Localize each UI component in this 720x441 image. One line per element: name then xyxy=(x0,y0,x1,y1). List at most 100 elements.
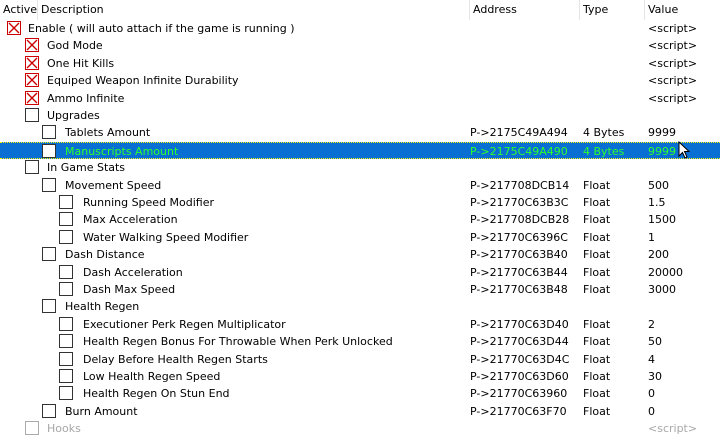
row-value: 0 xyxy=(648,404,655,418)
row-type: Float xyxy=(583,370,611,383)
active-checkbox[interactable] xyxy=(25,38,39,53)
active-checkbox[interactable] xyxy=(25,421,39,436)
row-description: Delay Before Health Regen Starts xyxy=(83,352,268,366)
active-checkbox[interactable] xyxy=(42,403,56,418)
active-checkbox[interactable] xyxy=(59,386,73,401)
row-address: P->217708DCB28 xyxy=(470,213,570,227)
active-checkbox[interactable] xyxy=(59,369,73,383)
table-row[interactable]: God Mode <script> xyxy=(0,37,720,54)
row-description: Hooks xyxy=(47,422,81,436)
row-address: P->21770C63D4C xyxy=(470,352,570,366)
row-description: Movement Speed xyxy=(65,178,162,192)
active-checkbox[interactable] xyxy=(42,143,56,158)
table-row[interactable]: Health Regen Bonus For Throwable When Pe… xyxy=(0,333,720,350)
header-value[interactable]: Value xyxy=(645,0,720,20)
active-checkbox[interactable] xyxy=(42,247,56,262)
active-checkbox[interactable] xyxy=(25,108,39,122)
table-row[interactable]: In Game Stats xyxy=(0,159,720,176)
row-address: P->217708DCB14 xyxy=(470,178,570,192)
row-description: Dash Acceleration xyxy=(83,265,183,279)
active-checkbox[interactable] xyxy=(42,125,56,140)
row-value: 9999 xyxy=(648,126,676,140)
header-address[interactable]: Address xyxy=(470,0,580,20)
header-active[interactable]: Active xyxy=(0,0,38,20)
active-checkbox[interactable] xyxy=(25,90,39,105)
row-description: Manuscripts Amount xyxy=(65,144,179,158)
row-value: <script> xyxy=(648,74,698,88)
table-row[interactable]: Dash Max Speed P->21770C63B48 Float 3000 xyxy=(0,281,720,298)
table-row[interactable]: Dash Acceleration P->21770C63B44 Float 2000… xyxy=(0,264,720,281)
table-row[interactable]: Max Acceleration P->217708DCB28 Float 1500 xyxy=(0,211,720,228)
table-row[interactable]: Upgrades xyxy=(0,107,720,124)
row-type: Float xyxy=(583,230,611,244)
active-checkbox[interactable] xyxy=(42,299,56,314)
table-row[interactable]: Enable ( will auto attach if the game is… xyxy=(0,20,720,37)
row-type: Float xyxy=(583,196,611,209)
column-header: Active Description Address Type Value xyxy=(0,0,720,20)
row-description: Equiped Weapon Infinite Durability xyxy=(47,74,239,88)
row-type: Float xyxy=(583,265,611,279)
row-value: 30 xyxy=(648,370,662,383)
row-description: Max Acceleration xyxy=(83,213,178,227)
active-checkbox[interactable] xyxy=(59,316,73,331)
active-checkbox[interactable] xyxy=(59,351,73,366)
table-row[interactable]: Dash Distance P->21770C63B40 Float 200 xyxy=(0,246,720,263)
row-type: 4 Bytes xyxy=(583,144,625,158)
row-description: Enable ( will auto attach if the game is… xyxy=(28,22,295,35)
row-value: <script> xyxy=(648,422,698,436)
row-description: Executioner Perk Regen Multiplicator xyxy=(83,317,286,331)
row-description: One Hit Kills xyxy=(47,56,115,70)
table-row[interactable]: One Hit Kills <script> xyxy=(0,55,720,72)
active-checkbox[interactable] xyxy=(59,282,73,296)
active-checkbox[interactable] xyxy=(25,73,39,88)
row-description: Health Regen On Stun End xyxy=(83,387,230,401)
row-value: <script> xyxy=(648,56,698,70)
table-row[interactable]: Executioner Perk Regen Multiplicator P->2… xyxy=(0,316,720,333)
active-checkbox[interactable] xyxy=(42,177,56,192)
active-checkbox[interactable] xyxy=(7,21,21,35)
active-checkbox[interactable] xyxy=(59,212,73,227)
table-row[interactable]: Hooks <script> xyxy=(0,420,720,437)
row-description: Burn Amount xyxy=(65,404,138,418)
row-description: Dash Max Speed xyxy=(83,283,176,296)
row-description: Running Speed Modifier xyxy=(83,196,215,209)
active-checkbox[interactable] xyxy=(25,55,39,70)
row-description: Health Regen xyxy=(65,300,140,314)
row-value: 1 xyxy=(648,230,655,244)
row-address: P->21770C63D60 xyxy=(470,370,569,383)
active-checkbox[interactable] xyxy=(59,195,73,209)
row-description: Tablets Amount xyxy=(65,126,151,140)
row-address: P->21770C63B48 xyxy=(470,283,568,296)
row-address: P->21770C63B40 xyxy=(470,248,568,262)
table-row[interactable]: Tablets Amount P->2175C49A494 4 Bytes 9999 xyxy=(0,124,720,141)
active-checkbox[interactable] xyxy=(59,229,73,244)
table-row[interactable]: Manuscripts Amount P->2175C49A490 4 Bytes 9… xyxy=(0,141,720,160)
red-x-icon xyxy=(26,39,38,51)
row-address: P->21770C63F70 xyxy=(470,404,567,418)
table-row[interactable]: Health Regen xyxy=(0,298,720,315)
row-type: 4 Bytes xyxy=(583,126,625,140)
table-row[interactable]: Equiped Weapon Infinite Durability <scrip… xyxy=(0,72,720,89)
row-address: P->21770C63B3C xyxy=(470,196,569,209)
table-row[interactable]: Water Walking Speed Modifier P->21770C639… xyxy=(0,229,720,246)
table-row[interactable]: Health Regen On Stun End P->21770C63960 Fl… xyxy=(0,385,720,402)
table-row[interactable]: Running Speed Modifier P->21770C63B3C Floa… xyxy=(0,194,720,211)
header-type[interactable]: Type xyxy=(580,0,645,20)
table-row[interactable]: Delay Before Health Regen Starts P->21770… xyxy=(0,351,720,368)
table-row[interactable]: Burn Amount P->21770C63F70 Float 0 xyxy=(0,403,720,420)
row-type: Float xyxy=(583,387,611,401)
active-checkbox[interactable] xyxy=(59,334,73,349)
table-row[interactable]: Low Health Regen Speed P->21770C63D60 Floa… xyxy=(0,368,720,385)
row-description: In Game Stats xyxy=(47,161,126,175)
table-row[interactable]: Movement Speed P->217708DCB14 Float 500 xyxy=(0,177,720,194)
row-address: P->21770C63B44 xyxy=(470,265,568,279)
table-row[interactable]: Ammo Infinite <script> xyxy=(0,90,720,107)
row-value: 0 xyxy=(648,387,655,401)
row-value: 50 xyxy=(648,335,662,349)
active-checkbox[interactable] xyxy=(59,264,73,279)
red-x-icon xyxy=(26,57,38,69)
row-value: 2 xyxy=(648,317,655,331)
header-description[interactable]: Description xyxy=(38,0,470,20)
active-checkbox[interactable] xyxy=(25,160,39,175)
row-type: Float xyxy=(583,352,611,366)
